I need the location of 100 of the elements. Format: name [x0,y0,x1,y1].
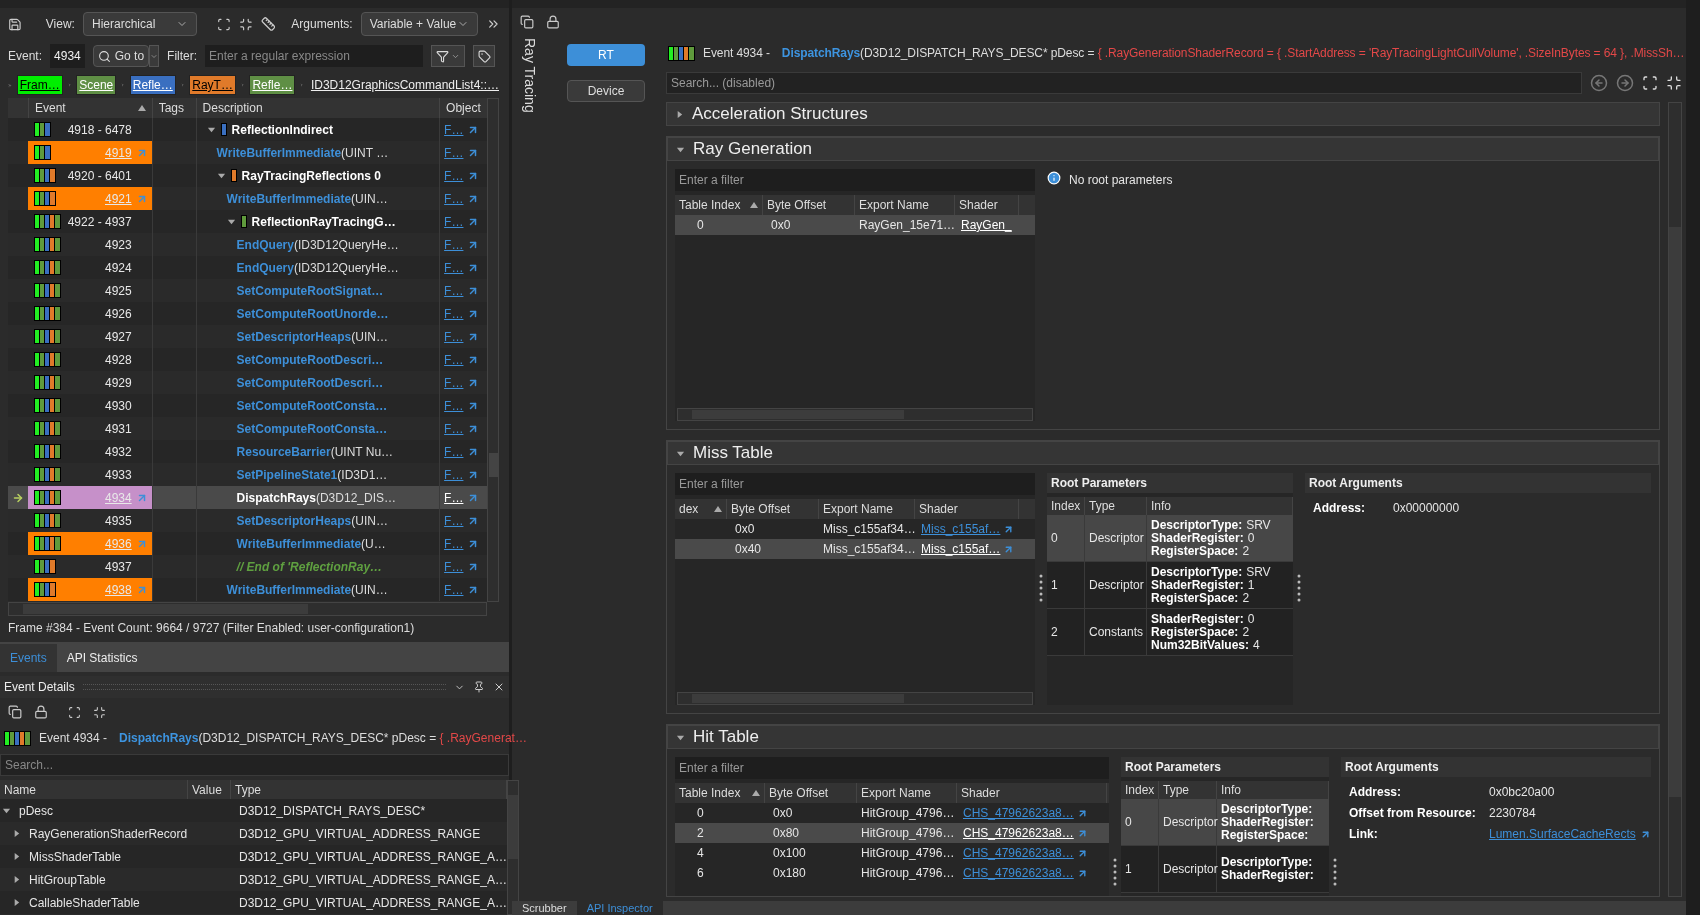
event-number-field[interactable]: 4934 [50,44,85,68]
lock-icon[interactable] [546,15,560,29]
table-row[interactable]: 0x40 Miss_c155af34… Miss_c155af… [675,539,1035,559]
expand-caret-icon[interactable] [12,852,21,861]
object-link[interactable]: F… [444,396,464,415]
filter-field[interactable]: Enter a filter [675,757,1109,779]
expand-all-icon[interactable] [1642,75,1658,91]
expand-all-icon[interactable] [216,16,231,32]
event-row[interactable]: 4924 EndQuery(ID3D12QueryHe… F… [8,256,487,279]
event-row[interactable]: 4926 SetComputeRootUnorde… F… [8,302,487,325]
expand-caret-icon[interactable] [12,875,21,884]
event-row[interactable]: 4930 SetComputeRootConsta… F… [8,394,487,417]
object-link[interactable]: F… [444,419,464,438]
previous-icon[interactable] [1590,74,1608,92]
arguments-dropdown[interactable]: Variable + Value [360,12,479,36]
shader-link[interactable]: CHS_47962623a8… [963,864,1074,882]
parameter-row[interactable]: 1 Descriptor DescriptorType: SRV ShaderRegister: 1 RegisterSpace: 2 [1047,562,1293,609]
expand-caret-icon[interactable] [216,171,226,180]
event-row[interactable]: 4920 - 6401 RayTracingReflections 0 F… [8,164,487,187]
vertical-scrollbar[interactable] [487,98,499,602]
event-row[interactable]: 4936 WriteBufferImmediate(U… F… [8,532,487,555]
shader-link[interactable]: CHS_47962623a8… [963,824,1074,842]
event-row[interactable]: 4928 SetComputeRootDescri… F… [8,348,487,371]
table-row[interactable]: 0 0x0 RayGen_15e71… RayGen_ [675,215,1035,235]
object-link[interactable]: F… [444,304,464,323]
section-header[interactable]: Acceleration Structures [666,102,1660,126]
parameter-row[interactable]: 0 Descriptor DescriptorType: SRV ShaderRegister: 0 RegisterSpace: 2 [1047,515,1293,562]
breadcrumb[interactable]: Refle… [249,75,296,95]
object-link[interactable]: F… [444,189,464,208]
vertical-scrollbar[interactable] [1668,102,1682,897]
object-link[interactable]: F… [444,350,464,369]
splitter-handle[interactable] [1297,574,1301,604]
ruler-icon[interactable] [260,16,276,32]
search-field[interactable]: Search... (disabled) [666,72,1582,94]
expand-caret-icon[interactable] [12,898,21,907]
object-link[interactable]: F… [444,166,464,185]
expand-all-icon[interactable] [68,705,81,719]
object-link[interactable]: F… [444,511,464,530]
object-link[interactable]: F… [444,557,464,576]
go-to-button[interactable]: Go to [92,45,150,67]
close-icon[interactable] [493,681,505,693]
object-link[interactable]: F… [444,488,464,507]
search-field[interactable]: Search... [0,754,509,776]
expand-caret-icon[interactable] [12,829,21,838]
pin-icon[interactable] [473,681,485,693]
shader-link[interactable]: RayGen_ [961,216,1012,234]
dock-tab[interactable]: Scrubber [512,901,577,915]
horizontal-scrollbar[interactable] [8,602,487,616]
panel-tab[interactable]: Events [0,644,57,672]
horizontal-scrollbar[interactable] [677,692,1033,705]
collapse-all-icon[interactable] [93,705,106,719]
horizontal-scrollbar[interactable] [677,408,1033,421]
copy-icon[interactable] [8,705,22,719]
expand-caret-icon[interactable] [206,125,216,134]
shader-link[interactable]: CHS_47962623a8… [963,844,1074,862]
copy-icon[interactable] [520,15,534,29]
expand-caret-icon[interactable] [2,806,11,815]
object-link[interactable]: F… [444,373,464,392]
section-header[interactable]: Miss Table [667,441,1659,465]
event-row[interactable]: 4922 - 4937 ReflectionRayTracingG… F… [8,210,487,233]
table-row[interactable]: 2 0x80 HitGroup_4796… CHS_47962623a8… [675,823,1109,843]
filter-button[interactable] [431,45,466,67]
object-link[interactable]: F… [444,143,464,162]
breadcrumb[interactable]: Fram… [16,75,63,95]
object-link[interactable]: F… [444,281,464,300]
breadcrumb[interactable]: Refle… [129,75,176,95]
parameter-row[interactable]: 2 Constants ShaderRegister: 0 RegisterSpace: 2 Num32BitValues: 4 [1047,609,1293,656]
section-header[interactable]: Hit Table [667,725,1659,749]
event-row[interactable]: 4934 DispatchRays(D3D12_DIS… F… [8,486,487,509]
object-link[interactable]: F… [444,534,464,553]
expand-caret-icon[interactable] [226,217,236,226]
splitter-handle[interactable] [1039,574,1043,604]
save-icon[interactable] [8,16,22,32]
event-row[interactable]: 4932 ResourceBarrier(UINT Nu… F… [8,440,487,463]
mode-button[interactable]: Device [567,80,645,102]
shader-link[interactable]: Miss_c155af… [921,520,1001,538]
collapse-all-icon[interactable] [1666,75,1682,91]
parameter-row[interactable]: 0 Descriptor DescriptorType: ShaderRegister: RegisterSpace: [1121,799,1329,846]
dock-tab[interactable]: API Inspector [576,901,663,915]
object-link[interactable]: F… [444,212,464,231]
shader-link[interactable]: CHS_47962623a8… [963,804,1074,822]
object-link[interactable]: F… [444,120,464,139]
section-caret-icon[interactable] [675,109,684,119]
splitter-handle[interactable] [1333,858,1337,888]
filter-field[interactable]: Enter a filter [675,169,1035,191]
breadcrumb[interactable]: Scene [76,75,117,95]
filter-field[interactable]: Enter a regular expression [205,45,424,67]
panel-tab[interactable]: API Statistics [56,644,148,672]
object-link[interactable]: F… [444,327,464,346]
breadcrumb[interactable]: ID3D12GraphicsCommandList4::… [308,76,501,94]
object-link[interactable]: F… [444,258,464,277]
object-link[interactable]: F… [444,442,464,461]
view-dropdown[interactable]: Hierarchical [82,12,197,36]
collapse-all-icon[interactable] [238,16,253,32]
splitter-handle[interactable] [1113,858,1117,888]
filter-field[interactable]: Enter a filter [675,473,1035,495]
event-row[interactable]: 4938 WriteBufferImmediate(UIN… F… [8,578,487,601]
breadcrumb[interactable]: RayT… [189,75,236,95]
resource-link[interactable]: Lumen.SurfaceCacheRects [1489,825,1636,843]
object-link[interactable]: F… [444,235,464,254]
